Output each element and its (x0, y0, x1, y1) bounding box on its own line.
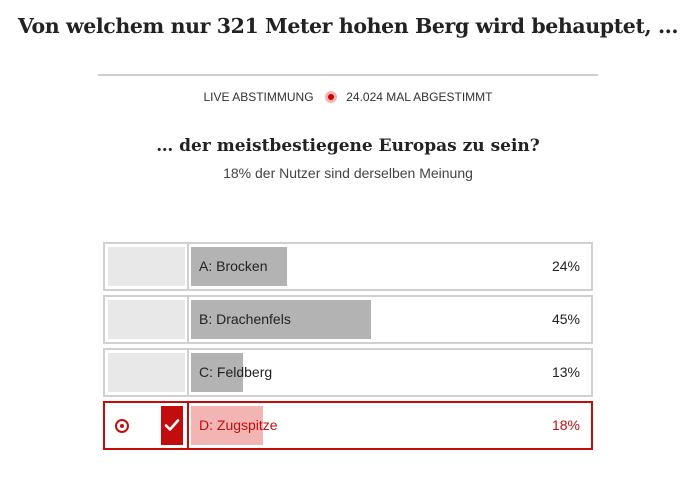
answer-option-a[interactable]: A: Brocken 24% (103, 242, 593, 291)
poll-meta: LIVE ABSTIMMUNG 24.024 MAL ABGESTIMMT (0, 90, 696, 104)
answer-label: C: Feldberg (199, 364, 273, 380)
answer-select-box[interactable] (108, 353, 185, 392)
agreement-note: 18% der Nutzer sind derselben Meinung (223, 165, 473, 181)
poll-headline: Von welchem nur 321 Meter hohen Berg wir… (17, 14, 679, 38)
divider (98, 74, 598, 76)
checkmark-icon (161, 406, 183, 445)
answer-percent: 18% (551, 417, 580, 433)
answer-list: A: Brocken 24% B: Drachenfels 45% C: Fel… (103, 242, 593, 454)
answer-select-box[interactable] (108, 300, 185, 339)
vote-count: 24.024 MAL ABGESTIMMT (346, 90, 493, 104)
answer-percent: 13% (551, 364, 580, 380)
answer-percent: 24% (551, 258, 580, 274)
answer-separator (187, 297, 189, 342)
live-dot-icon (324, 91, 337, 103)
answer-select-box[interactable] (108, 247, 185, 286)
radio-selected-icon (115, 419, 129, 433)
live-label: LIVE ABSTIMMUNG (203, 90, 314, 104)
answer-option-c[interactable]: C: Feldberg 13% (103, 348, 593, 397)
answer-separator (187, 244, 189, 289)
answer-label: D: Zugspitze (199, 417, 278, 433)
answer-option-b[interactable]: B: Drachenfels 45% (103, 295, 593, 344)
poll-question: … der meistbestiegene Europas zu sein? (156, 136, 540, 156)
answer-option-d[interactable]: D: Zugspitze 18% (103, 401, 593, 450)
answer-label: B: Drachenfels (199, 311, 291, 327)
answer-percent: 45% (551, 311, 580, 327)
answer-label: A: Brocken (199, 258, 268, 274)
answer-separator (187, 350, 189, 395)
answer-separator (187, 403, 189, 448)
